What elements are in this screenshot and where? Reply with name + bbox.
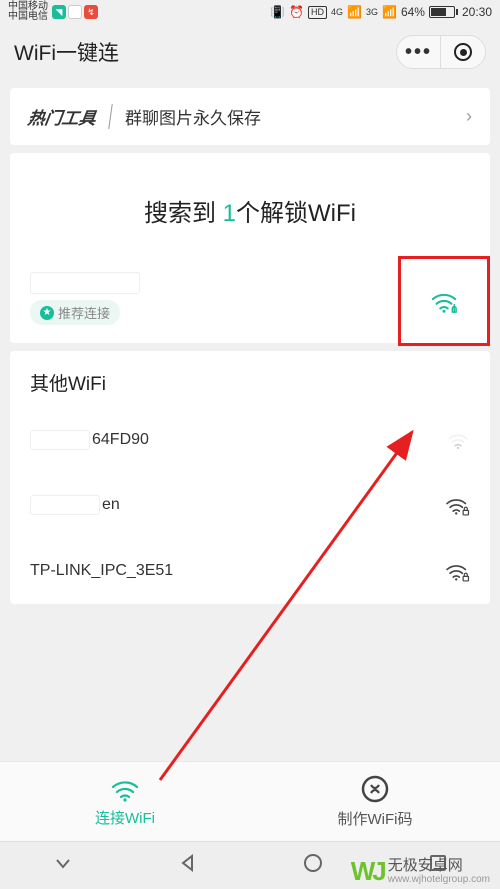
clock: 20:30	[462, 5, 492, 19]
watermark-logo: WJ	[351, 856, 384, 887]
found-suffix: 个解锁WiFi	[236, 200, 356, 227]
redacted-prefix-2	[30, 495, 100, 515]
wifi-item-3[interactable]: TP-LINK_IPC_3E51	[10, 538, 490, 604]
wifi-item-2-name: en	[30, 495, 120, 515]
star-icon: ★	[40, 306, 54, 320]
battery-icon	[429, 6, 458, 18]
signal-icon-2: 📶	[382, 5, 397, 19]
tab-connect-label: 连接WiFi	[95, 807, 155, 828]
status-right: 📳 ⏰ HD 4G 📶 3G 📶 64% 20:30	[270, 5, 492, 19]
status-bar: 中国移动 中国电信 ◥ ⌃ ↯ 📳 ⏰ HD 4G 📶 3G 📶 64% 20:…	[0, 0, 500, 24]
other-wifi-card: 其他WiFi 64FD90 en TP-LINK_IPC_3E51	[10, 351, 490, 604]
wifi-weak-icon	[446, 430, 470, 450]
other-wifi-title: 其他WiFi	[10, 351, 490, 408]
nav-back[interactable]	[177, 852, 199, 879]
wifi-locked-icon	[444, 560, 470, 582]
wifi-item-1[interactable]: 64FD90	[10, 408, 490, 472]
found-header: 搜索到 1个解锁WiFi	[10, 153, 490, 258]
recommend-text: 推荐连接	[58, 303, 110, 322]
status-icon-2: ⌃	[68, 5, 82, 19]
tab-make-label: 制作WiFi码	[338, 808, 413, 829]
status-app-icons: ◥ ⌃ ↯	[52, 5, 98, 19]
qrcode-icon	[360, 774, 390, 804]
nav-home[interactable]	[302, 852, 324, 879]
carrier-labels: 中国移动 中国电信	[8, 2, 48, 22]
tool-banner[interactable]: 热门工具 群聊图片永久保存 ›	[10, 88, 490, 145]
tool-desc: 群聊图片永久保存	[111, 104, 466, 129]
status-left: 中国移动 中国电信 ◥ ⌃ ↯	[8, 2, 98, 22]
tab-connect[interactable]: 连接WiFi	[0, 762, 250, 841]
status-icon-3: ↯	[84, 5, 98, 19]
wifi-icon	[108, 775, 142, 803]
signal-icon-1: 📶	[347, 5, 362, 19]
network-4g: 4G	[331, 7, 343, 17]
battery-pct: 64%	[401, 5, 425, 19]
unlocked-wifi-item[interactable]: ★ 推荐连接	[10, 258, 490, 343]
wifi-item-1-name: 64FD90	[30, 430, 149, 450]
vibrate-icon: 📳	[270, 5, 285, 19]
redacted-prefix-1	[30, 430, 90, 450]
network-3g: 3G	[366, 7, 378, 17]
alarm-icon: ⏰	[289, 5, 304, 19]
carrier-2: 中国电信	[8, 12, 48, 22]
found-prefix: 搜索到	[144, 200, 223, 227]
page-title: WiFi一键连	[14, 37, 119, 67]
wifi-item-2[interactable]: en	[10, 472, 490, 538]
annotation-box	[398, 256, 490, 346]
chevron-right-icon: ›	[466, 106, 472, 127]
bottom-tabs: 连接WiFi 制作WiFi码	[0, 761, 500, 841]
menu-button[interactable]: •••	[397, 36, 441, 68]
close-button[interactable]	[441, 36, 485, 68]
wifi-locked-icon	[444, 494, 470, 516]
tab-make-code[interactable]: 制作WiFi码	[250, 762, 500, 841]
tool-label: 热门工具	[26, 104, 113, 129]
nav-dropdown[interactable]	[52, 852, 74, 879]
watermark-brand: 无极安卓网	[388, 858, 490, 875]
wifi-name-redacted	[30, 272, 140, 294]
title-bar: WiFi一键连 •••	[0, 24, 500, 80]
miniprogram-controls: •••	[396, 35, 486, 69]
found-count: 1	[223, 200, 236, 227]
hd-badge: HD	[308, 6, 327, 19]
status-icon-1: ◥	[52, 5, 66, 19]
recommend-pill: ★ 推荐连接	[30, 300, 120, 325]
target-icon	[454, 43, 472, 61]
watermark: WJ 无极安卓网 www.wjhotelgroup.com	[351, 856, 490, 887]
watermark-url: www.wjhotelgroup.com	[388, 874, 490, 885]
found-wifi-card: 搜索到 1个解锁WiFi ★ 推荐连接	[10, 153, 490, 343]
wifi-item-3-name: TP-LINK_IPC_3E51	[30, 562, 173, 580]
dots-icon: •••	[405, 41, 432, 64]
